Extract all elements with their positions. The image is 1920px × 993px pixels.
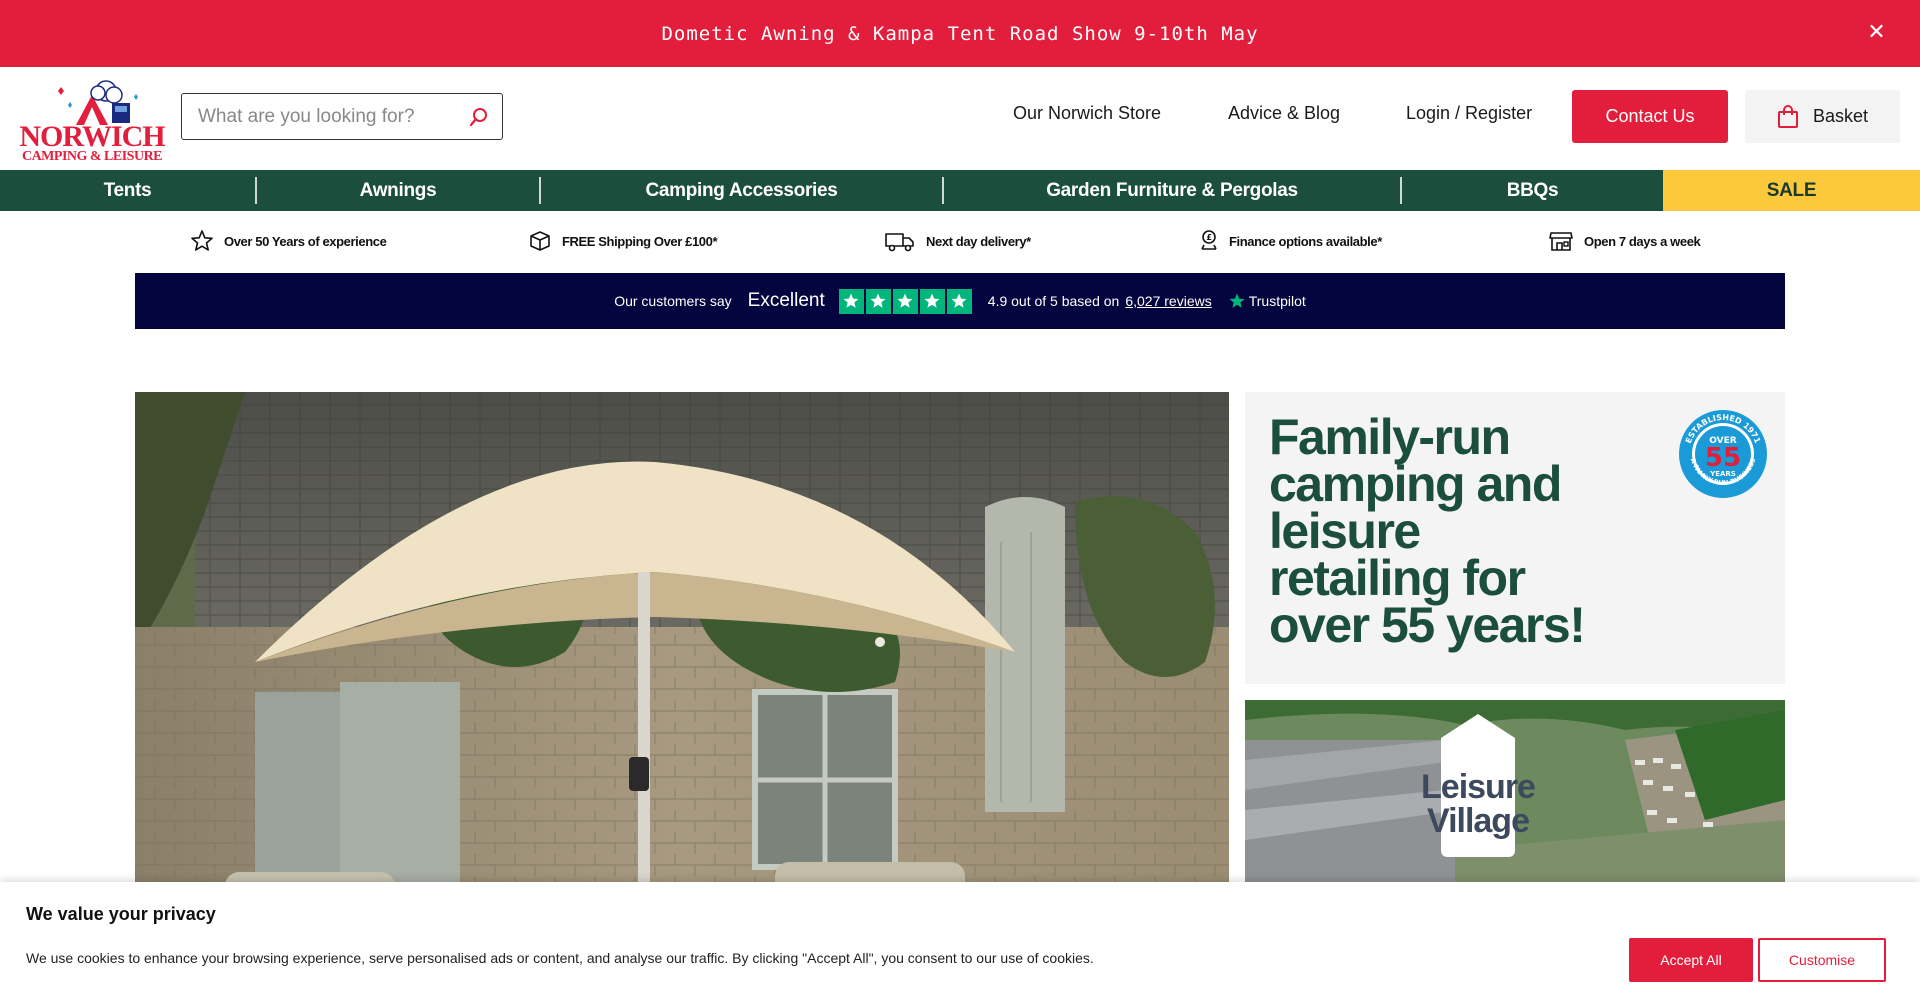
trustpilot-rating-word: Excellent	[747, 290, 825, 311]
logo-subtitle: CAMPING & LEISURE	[21, 149, 163, 164]
trustpilot-brand-label: Trustpilot	[1248, 293, 1306, 309]
usp-label: Finance options available*	[1229, 233, 1382, 249]
usp-label: Next day delivery*	[926, 233, 1031, 249]
star-icon	[892, 288, 918, 314]
category-sale[interactable]: SALE	[1663, 170, 1920, 211]
contact-us-button[interactable]: Contact Us	[1572, 90, 1728, 143]
badge-years-text: YEARS	[1709, 470, 1736, 478]
svg-text:£: £	[1206, 233, 1211, 242]
trustpilot-star-icon	[1229, 293, 1245, 308]
trustpilot-stars	[838, 288, 972, 314]
nav-link-blog[interactable]: Advice & Blog	[1228, 103, 1340, 124]
trustpilot-say: Our customers say	[614, 293, 732, 309]
shopping-bag-icon	[1777, 104, 1798, 128]
usp-item-shipping: FREE Shipping Over £100*	[528, 229, 718, 253]
basket-label: Basket	[1812, 106, 1869, 126]
badge-number: 55	[1705, 443, 1741, 473]
usp-item-experience: Over 50 Years of experience	[190, 229, 387, 253]
cookie-title: We value your privacy	[26, 904, 216, 924]
logo-wordmark: NORWICH	[19, 120, 165, 153]
category-label: Tents	[103, 179, 152, 201]
star-icon	[919, 288, 945, 314]
search-icon[interactable]	[468, 106, 490, 128]
trustpilot-brand: Trustpilot	[1228, 292, 1306, 310]
site-header: NORWICH CAMPING & LEISURE Our Norwich St…	[0, 67, 1920, 170]
category-garden-furniture[interactable]: Garden Furniture & Pergolas	[944, 170, 1400, 211]
trustpilot-score: 4.9 out of 5 based on	[987, 293, 1120, 309]
trustpilot-reviews-link[interactable]: 6,027 reviews	[1125, 293, 1211, 309]
star-icon	[865, 288, 891, 314]
promo-heading: Family-run camping and leisure retailing…	[1269, 409, 1586, 653]
announcement-bar: Dometic Awning & Kampa Tent Road Show 9-…	[0, 0, 1920, 67]
finance-icon: £	[1201, 230, 1217, 250]
usp-item-delivery: Next day delivery*	[884, 229, 1031, 253]
trustpilot-widget[interactable]: Our customers say Excellent 4.9 out of 5…	[135, 273, 1785, 329]
contact-us-label: Contact Us	[1605, 106, 1695, 126]
customise-button[interactable]: Customise	[1758, 938, 1886, 982]
star-icon	[946, 288, 972, 314]
category-label: Camping Accessories	[645, 179, 838, 201]
category-label: SALE	[1766, 179, 1817, 201]
village-logo-line2: Village	[1427, 802, 1529, 840]
usp-bar: Over 50 Years of experience FREE Shippin…	[0, 225, 1920, 257]
search-input[interactable]	[198, 94, 468, 139]
category-awnings[interactable]: Awnings	[257, 170, 539, 211]
category-camping-accessories[interactable]: Camping Accessories	[541, 170, 942, 211]
category-bbqs[interactable]: BBQs	[1402, 170, 1663, 211]
usp-label: Over 50 Years of experience	[224, 233, 387, 249]
category-label: Garden Furniture & Pergolas	[1046, 179, 1298, 201]
search-box	[181, 93, 503, 140]
close-icon[interactable]: ✕	[1866, 22, 1888, 44]
category-tents[interactable]: Tents	[0, 170, 255, 211]
established-badge: ESTABLISHED 1971 A FAMILY-RUN BUSINESS O…	[1679, 410, 1767, 498]
usp-label: Open 7 days a week	[1584, 233, 1701, 249]
usp-item-finance: £ Finance options available*	[1199, 229, 1382, 253]
store-icon	[1549, 232, 1573, 251]
nav-link-login[interactable]: Login / Register	[1406, 103, 1532, 124]
truck-icon	[885, 233, 914, 252]
category-nav: Tents Awnings Camping Accessories Garden…	[0, 170, 1920, 211]
star-outline-icon	[191, 230, 213, 251]
box-icon	[530, 231, 550, 251]
category-label: Awnings	[359, 179, 437, 201]
promo-card: Family-run camping and leisure retailing…	[1245, 392, 1785, 684]
basket-button[interactable]: Basket	[1745, 90, 1900, 143]
announcement-text: Dometic Awning & Kampa Tent Road Show 9-…	[661, 22, 1259, 45]
cookie-banner: We value your privacy We use cookies to …	[0, 882, 1920, 993]
category-label: BBQs	[1506, 179, 1559, 201]
nav-link-store[interactable]: Our Norwich Store	[1013, 103, 1161, 124]
cookie-text: We use cookies to enhance your browsing …	[26, 950, 1094, 966]
site-logo[interactable]: NORWICH CAMPING & LEISURE	[18, 77, 166, 164]
usp-item-open: Open 7 days a week	[1548, 229, 1701, 253]
usp-label: FREE Shipping Over £100*	[562, 233, 718, 249]
village-logo-line1: Leisure	[1421, 768, 1535, 806]
star-icon	[838, 288, 864, 314]
accept-all-button[interactable]: Accept All	[1629, 938, 1753, 982]
